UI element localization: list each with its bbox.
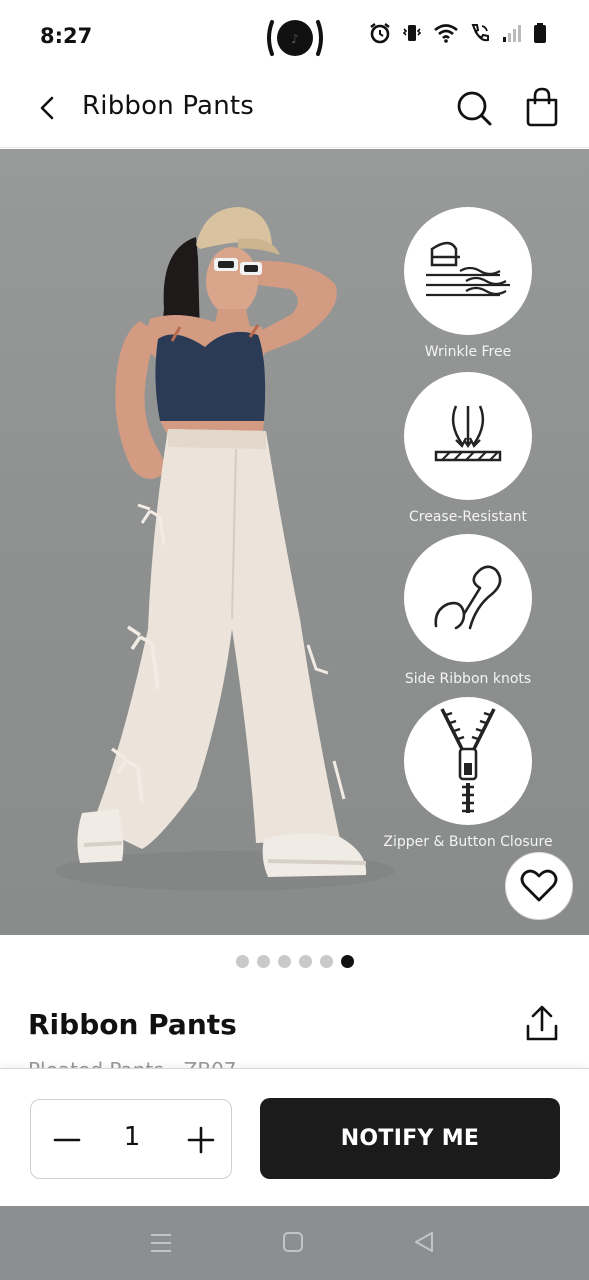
carousel-indicator [0,955,589,968]
feature-label: Crease-Resistant [409,509,527,525]
page-title: Ribbon Pants [82,91,255,121]
quantity-stepper[interactable]: 1 [30,1099,232,1179]
quantity-value: 1 [123,1122,141,1152]
minus-icon [53,1138,81,1142]
feature-label: Wrinkle Free [424,344,512,360]
action-bar: 1 NOTIFY ME [0,1068,589,1206]
back-icon[interactable] [412,1230,436,1254]
pressure-icon [434,405,502,462]
status-time: 8:27 [40,24,93,48]
feature-label: Zipper & Button Closure [383,834,553,850]
alarm-icon [370,23,390,44]
status-bar: 8:27 ♪ [0,0,589,76]
ribbon-knot-icon [434,565,502,630]
feature-label: Side Ribbon knots [404,671,532,687]
feature-wrinkle-free: Wrinkle Free [380,207,556,360]
carousel-dot[interactable] [298,955,312,968]
signal-icon [503,25,521,42]
heart-icon [520,869,558,902]
app-header: Ribbon Pants [0,76,589,148]
shopping-bag-icon[interactable] [522,86,562,128]
carousel-dot[interactable] [235,955,249,968]
carousel-dot[interactable] [256,955,270,968]
wifi-icon [434,24,458,43]
plus-icon [187,1126,215,1154]
feature-crease-resistant: Crease-Resistant [380,372,556,525]
feature-zipper-button-closure: Zipper & Button Closure [380,697,556,850]
iron-icon [426,241,510,297]
search-icon[interactable] [454,88,494,128]
home-icon[interactable] [282,1231,304,1253]
back-arrow-icon[interactable] [32,92,64,124]
wishlist-button[interactable] [505,852,573,920]
decrease-quantity-button[interactable] [45,1118,89,1162]
product-image-carousel[interactable]: Wrinkle Free Crease-Resistant Side Ribbo… [0,149,589,935]
carousel-dot[interactable] [277,955,291,968]
zipper-icon [440,708,496,813]
notify-me-button[interactable]: NOTIFY ME [260,1098,560,1179]
feature-side-ribbon-knots: Side Ribbon knots [380,534,556,687]
svg-text:♪: ♪ [291,32,299,46]
status-icons [369,22,547,44]
music-icon: ♪ [267,20,323,56]
recent-apps-icon[interactable] [149,1231,173,1255]
share-icon[interactable] [522,1004,562,1044]
system-nav-bar [0,1206,589,1280]
call-icon [471,24,489,42]
battery-icon [534,23,546,43]
increase-quantity-button[interactable] [179,1118,223,1162]
carousel-dot-active[interactable] [340,955,354,968]
product-name: Ribbon Pants [28,1008,237,1041]
vibrate-icon [402,25,422,41]
carousel-dot[interactable] [319,955,333,968]
